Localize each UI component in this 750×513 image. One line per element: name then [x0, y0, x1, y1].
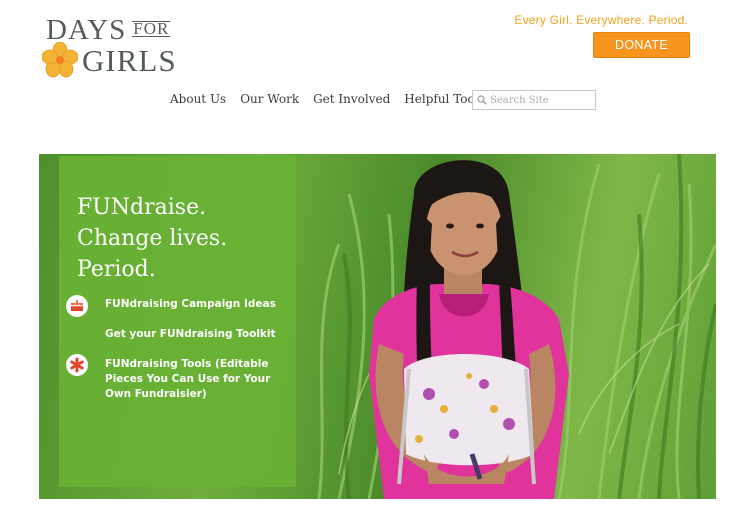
main-nav: About Us Our Work Get Involved Helpful T…: [170, 92, 485, 106]
nav-item-about-us[interactable]: About Us: [170, 92, 226, 106]
link-campaign-ideas[interactable]: FUNdraising Campaign Ideas: [105, 297, 276, 312]
fundraise-panel: FUNdraise. Change lives. Period. FUNdrai…: [59, 156, 296, 487]
search-box[interactable]: [472, 90, 596, 110]
search-input[interactable]: [490, 94, 590, 106]
nav-item-our-work[interactable]: Our Work: [240, 92, 299, 106]
headline-line-1: FUNdraise.: [77, 195, 207, 220]
cake-icon: [66, 295, 88, 317]
nav-item-get-involved[interactable]: Get Involved: [313, 92, 390, 106]
donate-button[interactable]: DONATE: [593, 32, 690, 58]
hero-headline: FUNdraise. Change lives. Period.: [77, 192, 227, 285]
girl-photo-image: [369, 160, 569, 499]
headline-line-2: Change lives.: [77, 226, 228, 251]
logo-text-for: FOR: [132, 19, 171, 38]
link-fundraising-toolkit[interactable]: Get your FUNdraising Toolkit: [105, 327, 276, 342]
site-logo[interactable]: DAYS FOR GIRLS: [42, 14, 176, 80]
hero-banner: FUNdraise. Change lives. Period. FUNdrai…: [39, 154, 716, 499]
search-icon: [477, 95, 487, 105]
headline-line-3: Period.: [77, 257, 156, 282]
tagline: Every Girl. Everywhere. Period.: [514, 13, 688, 27]
link-fundraising-tools[interactable]: FUNdraising Tools (Editable Pieces You C…: [105, 357, 270, 402]
asterisk-icon: [66, 354, 88, 376]
logo-text-girls: GIRLS: [82, 43, 177, 78]
flower-logo-icon: [42, 42, 78, 78]
